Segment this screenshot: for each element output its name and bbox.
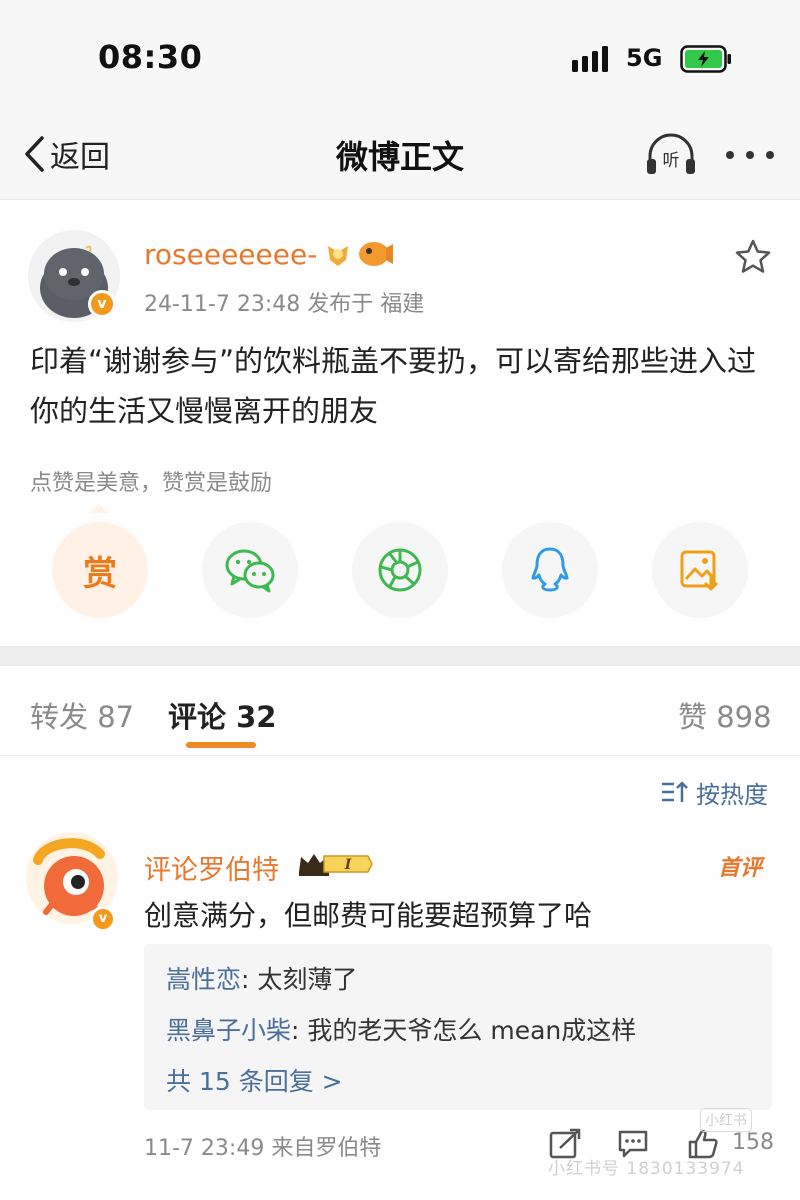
- listen-label: 听: [663, 151, 680, 171]
- reward-button[interactable]: 赏: [52, 522, 148, 618]
- post-card: v roseeeeeee- 24-11-7 23:48 发布于 福建 印着“谢谢…: [0, 200, 800, 645]
- share-moments-button[interactable]: [352, 522, 448, 618]
- vip-badge-icon: I: [299, 854, 373, 876]
- watermark-logo: 小红书: [700, 1108, 752, 1132]
- headphones-icon[interactable]: 听: [644, 132, 698, 178]
- share-wechat-button[interactable]: [202, 522, 298, 618]
- post-content: 印着“谢谢参与”的饮料瓶盖不要扔，可以寄给那些进入过你的生活又慢慢离开的朋友: [30, 344, 757, 428]
- wechat-icon: [225, 549, 275, 593]
- watermark-text: 小红书号 1830133974: [548, 1159, 745, 1179]
- save-image-button[interactable]: [652, 522, 748, 618]
- reply-preview[interactable]: 嵩性恋: 太刻薄了 黑鼻子小柴: 我的老天爷怎么 mean成这样 共 15 条回…: [144, 944, 772, 1110]
- comment-item: v 评论罗伯特 I 首评 创意满分，但邮费可能要超预算了哈 嵩性恋: 太刻薄了 …: [0, 820, 800, 1200]
- status-time: 08:30: [98, 38, 203, 76]
- qq-icon: [531, 547, 569, 592]
- comment-like-count: 158: [732, 1130, 774, 1155]
- tab-comments[interactable]: 评论 32: [168, 694, 276, 736]
- reply-separator: :: [241, 965, 258, 994]
- moments-icon: [378, 548, 422, 592]
- battery-icon: [680, 45, 731, 73]
- active-tab-indicator: [186, 742, 256, 748]
- reply-text: 我的老天爷怎么 mean成这样: [307, 1016, 637, 1045]
- share-qq-button[interactable]: [502, 522, 598, 618]
- reply-item: 嵩性恋: 太刻薄了: [166, 960, 357, 996]
- post-tabs: 转发 87 评论 32 赞 898: [0, 666, 800, 756]
- save-image-icon: [680, 550, 718, 591]
- vip-level: I: [344, 857, 352, 873]
- more-options-icon[interactable]: [724, 140, 776, 170]
- tab-likes[interactable]: 赞 898: [678, 694, 772, 736]
- network-type: 5G: [626, 44, 663, 72]
- medal-icons: [328, 242, 393, 266]
- sort-icon: [662, 781, 688, 802]
- tab-reposts[interactable]: 转发 87: [30, 694, 134, 736]
- reply-item: 黑鼻子小柴: 我的老天爷怎么 mean成这样: [166, 1011, 636, 1047]
- comment-meta: 11-7 23:49 来自罗伯特: [144, 1136, 382, 1161]
- tip-caret: [90, 504, 108, 513]
- reward-label: 赏: [83, 553, 117, 594]
- comment-text: 创意满分，但邮费可能要超预算了哈: [144, 899, 593, 932]
- commenter-verified-icon: v: [90, 906, 116, 932]
- sort-label: 按热度: [696, 780, 768, 809]
- commenter-name[interactable]: 评论罗伯特: [144, 848, 279, 887]
- post-meta: 24-11-7 23:48 发布于 福建: [144, 292, 425, 317]
- signal-icon: [572, 46, 608, 72]
- nav-bar: 返回 微博正文 听: [0, 110, 800, 200]
- more-replies-link[interactable]: 共 15 条回复 >: [166, 1062, 343, 1098]
- reply-separator: :: [291, 1016, 308, 1045]
- reply-text: 太刻薄了: [257, 965, 358, 994]
- star-icon[interactable]: [734, 238, 772, 276]
- reply-user[interactable]: 嵩性恋: [166, 965, 241, 994]
- author-name[interactable]: roseeeeeee-: [144, 238, 317, 271]
- section-divider: [0, 646, 800, 666]
- first-comment-tag: 首评: [718, 856, 763, 881]
- sort-toggle[interactable]: 按热度: [660, 776, 768, 809]
- status-bar: 08:30 5G: [0, 0, 800, 110]
- reward-tip: 点赞是美意，赞赏是鼓励: [30, 471, 273, 496]
- reply-user[interactable]: 黑鼻子小柴: [166, 1016, 291, 1045]
- verified-badge-icon: v: [88, 290, 116, 318]
